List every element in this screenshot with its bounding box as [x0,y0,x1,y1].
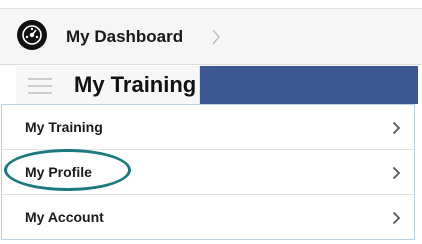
page-header: My Training [0,66,422,104]
hamburger-menu-icon[interactable] [28,78,52,96]
menu-item-my-profile[interactable]: My Profile [2,150,414,195]
menu-item-label: My Training [25,119,103,135]
page: My Dashboard My Training My Training My … [0,0,422,244]
dashboard-logo-icon[interactable] [17,20,47,50]
top-strip [0,0,422,8]
menu-item-my-account[interactable]: My Account [2,195,414,240]
right-edge [418,66,422,244]
page-title: My Training [74,72,197,97]
breadcrumb-dashboard-link[interactable]: My Dashboard [66,27,183,47]
chevron-right-icon [392,166,401,180]
header-accent-bar [200,66,418,104]
header-title-area: My Training [16,66,200,104]
chevron-right-icon [392,121,401,135]
chevron-right-icon [392,211,401,225]
chevron-right-icon [212,29,220,45]
navigation-dropdown-menu: My Training My Profile My Account [1,104,415,240]
gauge-icon [22,25,42,45]
menu-item-my-training[interactable]: My Training [2,105,414,150]
menu-item-label: My Profile [25,164,92,180]
menu-item-label: My Account [25,209,104,225]
breadcrumb: My Dashboard [0,8,422,65]
